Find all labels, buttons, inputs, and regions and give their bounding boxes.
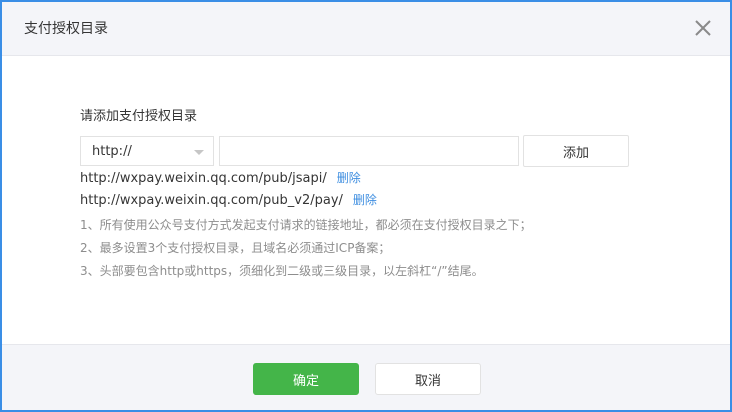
confirm-button[interactable]: 确定 (253, 363, 359, 395)
protocol-select-value: http:// (92, 144, 132, 159)
dialog-footer: 确定 取消 (2, 344, 730, 410)
add-button[interactable]: 添加 (523, 135, 629, 167)
directory-url: http://wxpay.weixin.qq.com/pub_v2/pay/ (80, 193, 343, 208)
dialog-header: 支付授权目录 (2, 2, 730, 56)
cancel-button[interactable]: 取消 (375, 363, 481, 395)
protocol-select[interactable]: http:// (80, 136, 214, 166)
directory-url: http://wxpay.weixin.qq.com/pub/jsapi/ (80, 171, 327, 186)
close-icon (695, 20, 711, 36)
note-line: 2、最多设置3个支付授权目录，且域名必须通过ICP备案； (80, 241, 391, 255)
close-button[interactable] (690, 15, 716, 41)
delete-link[interactable]: 删除 (337, 171, 361, 185)
directory-url-input[interactable] (219, 136, 519, 166)
dialog-body: 请添加支付授权目录 http:// 添加 http://wxpay.weixin… (2, 56, 730, 344)
dialog-title: 支付授权目录 (24, 21, 108, 37)
directory-item: http://wxpay.weixin.qq.com/pub_v2/pay/删除 (80, 190, 377, 210)
note-line: 3、头部要包含http或https，须细化到二级或三级目录，以左斜杠“/”结尾。 (80, 264, 484, 278)
auth-directory-dialog: 支付授权目录 请添加支付授权目录 http:// 添加 http://wxpay… (0, 0, 732, 412)
note-line: 1、所有使用公众号支付方式发起支付请求的链接地址，都必须在支付授权目录之下； (80, 218, 532, 232)
delete-link[interactable]: 删除 (353, 193, 377, 207)
directory-item: http://wxpay.weixin.qq.com/pub/jsapi/删除 (80, 168, 361, 188)
caret-down-icon (194, 150, 204, 155)
form-label: 请添加支付授权目录 (80, 109, 198, 124)
